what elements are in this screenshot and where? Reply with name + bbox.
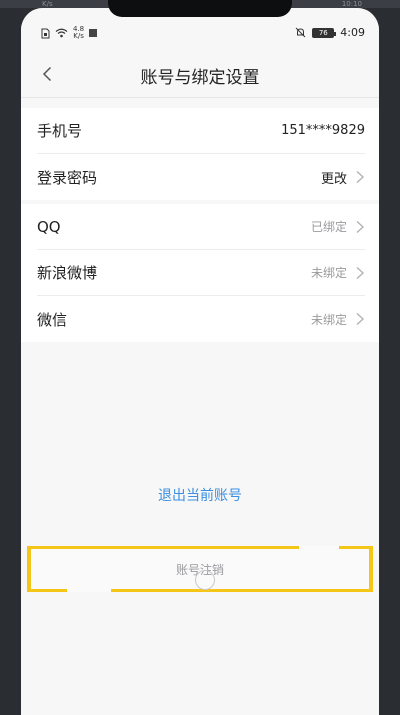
highlight-top-bar — [27, 546, 299, 549]
row-wechat[interactable]: 微信 未绑定 — [37, 296, 365, 342]
highlight-left-bar — [27, 546, 31, 592]
row-phone-number[interactable]: 手机号 151****9829 — [37, 108, 365, 154]
logout-button[interactable]: 退出当前账号 — [21, 485, 379, 505]
chevron-right-icon — [356, 266, 364, 279]
ghost-status-time: 10:10 — [341, 0, 362, 8]
wifi-icon — [55, 28, 68, 38]
phone-value: 151****9829 — [281, 123, 365, 138]
chevron-right-icon — [356, 220, 364, 233]
phone-notch — [108, 0, 292, 17]
password-change-value: 更改 — [320, 171, 347, 187]
page-title: 账号与绑定设置 — [140, 68, 260, 88]
cancel-account-area: 账号注销 — [27, 546, 373, 592]
phone-label: 手机号 — [37, 122, 83, 140]
account-section: 手机号 151****9829 登录密码 更改 — [21, 108, 379, 200]
weibo-right: 未绑定 — [311, 264, 365, 281]
wechat-right: 未绑定 — [311, 311, 365, 328]
highlight-top-bar-end — [339, 546, 373, 549]
notification-square-icon — [89, 29, 98, 37]
touch-indicator-circle — [195, 570, 215, 590]
weibo-status: 未绑定 — [310, 266, 347, 280]
status-left: 4.8 K/s — [41, 26, 98, 40]
network-speed-unit: K/s — [73, 32, 84, 40]
highlight-bottom-bar-start — [27, 589, 67, 592]
qq-status: 已绑定 — [310, 220, 347, 234]
status-time: 4:09 — [340, 26, 365, 39]
status-right: 76 4:09 — [295, 26, 365, 39]
weibo-label: 新浪微博 — [37, 264, 98, 282]
battery-indicator: 76 — [312, 27, 337, 38]
password-right: 更改 — [321, 168, 365, 187]
highlight-right-bar — [369, 546, 373, 592]
sim-card-icon — [41, 28, 50, 38]
highlight-bottom-bar — [111, 589, 373, 592]
row-weibo[interactable]: 新浪微博 未绑定 — [37, 250, 365, 296]
chevron-left-icon — [42, 66, 52, 82]
back-button[interactable] — [33, 60, 61, 88]
ghost-status-left: K/s — [42, 0, 53, 8]
nav-bar: 账号与绑定设置 — [21, 50, 379, 98]
wechat-label: 微信 — [37, 310, 68, 329]
mute-bell-icon — [295, 27, 306, 38]
chevron-right-icon — [356, 313, 364, 325]
row-login-password[interactable]: 登录密码 更改 — [37, 154, 365, 200]
network-speed: 4.8 K/s — [73, 26, 84, 40]
phone-bezel: K/s 10:10 4.8 K/s 76 4:09 账号与绑定设置 手机号 15… — [0, 0, 400, 715]
password-label: 登录密码 — [37, 168, 98, 187]
phone-screen: 4.8 K/s 76 4:09 账号与绑定设置 手机号 151****9829 … — [21, 8, 379, 715]
bindings-section: QQ 已绑定 新浪微博 未绑定 微信 未绑定 — [21, 204, 379, 342]
qq-label: QQ — [37, 217, 61, 236]
wechat-status: 未绑定 — [310, 312, 347, 327]
phone-right: 151****9829 — [281, 123, 365, 138]
qq-right: 已绑定 — [311, 218, 365, 235]
row-qq[interactable]: QQ 已绑定 — [37, 204, 365, 250]
chevron-right-icon — [356, 171, 364, 183]
